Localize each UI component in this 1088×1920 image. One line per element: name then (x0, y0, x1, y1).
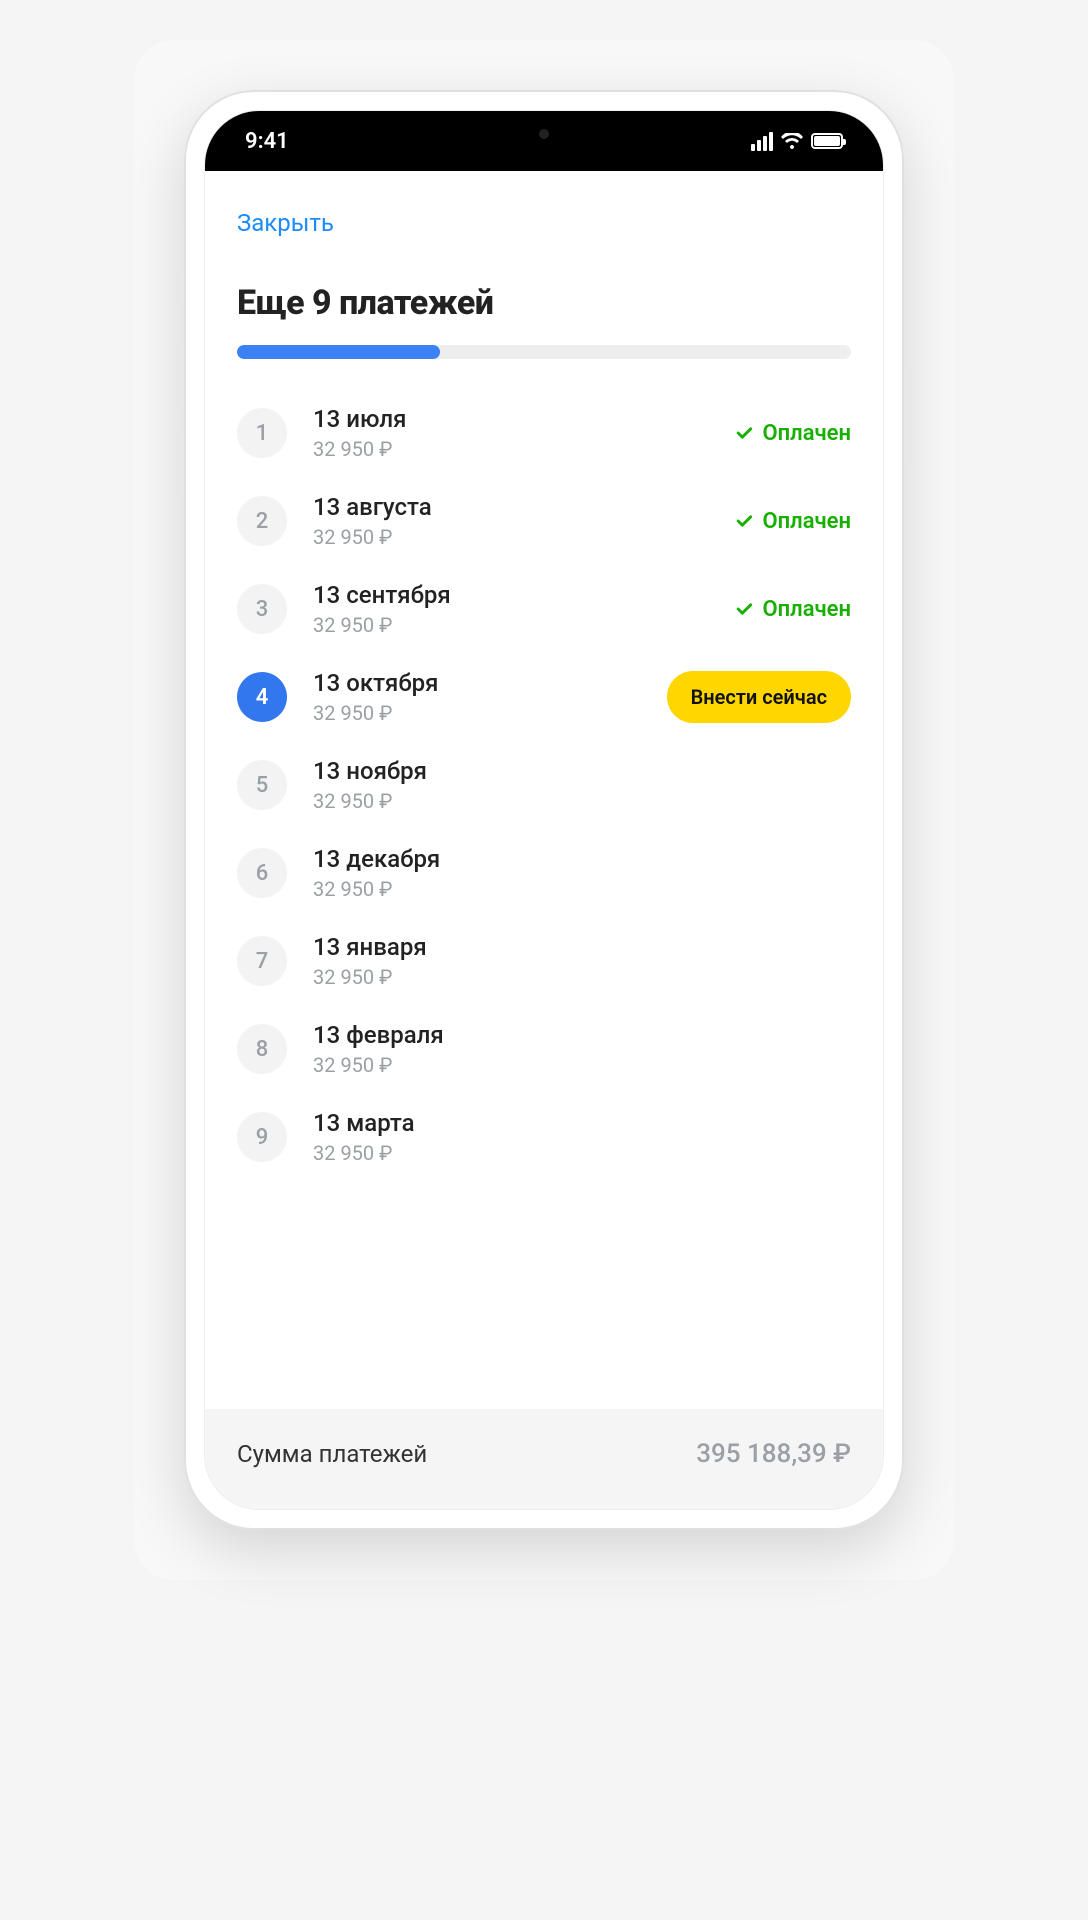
payment-status-paid: Оплачен (734, 509, 851, 534)
check-icon (734, 423, 754, 443)
payment-number-badge: 9 (237, 1112, 287, 1162)
paid-label: Оплачен (762, 421, 851, 446)
payment-number-badge: 4 (237, 672, 287, 722)
payment-date: 13 июля (313, 405, 734, 433)
phone-side-button (178, 430, 184, 500)
summary-value: 395 188,39 ₽ (696, 1439, 851, 1469)
summary-bar: Сумма платежей 395 188,39 ₽ (205, 1409, 883, 1509)
payment-info: 13 декабря 32 950 ₽ (313, 845, 851, 901)
payment-date: 13 февраля (313, 1021, 851, 1049)
page-card: 9:41 Закрыть Еще 9 платежей 113 июля32 9… (134, 40, 954, 1580)
payment-info: 13 октября 32 950 ₽ (313, 669, 667, 725)
phone-notch (409, 111, 679, 157)
payment-status-paid: Оплачен (734, 597, 851, 622)
payment-number-badge: 8 (237, 1024, 287, 1074)
payment-date: 13 сентября (313, 581, 734, 609)
content-area: Закрыть Еще 9 платежей 1 13 июля 32 950 ₽ О… (205, 171, 883, 1181)
payment-info: 13 сентября 32 950 ₽ (313, 581, 734, 637)
payment-date: 13 марта (313, 1109, 851, 1137)
payment-row: 3 13 сентября 32 950 ₽ Оплачен (237, 565, 851, 653)
payment-info: 13 ноября 32 950 ₽ (313, 757, 851, 813)
payment-amount: 32 950 ₽ (313, 525, 734, 549)
payment-row: 1 13 июля 32 950 ₽ Оплачен (237, 389, 851, 477)
summary-label: Сумма платежей (237, 1440, 427, 1468)
payment-info: 13 февраля 32 950 ₽ (313, 1021, 851, 1077)
phone-side-button (904, 360, 910, 470)
payment-date: 13 ноября (313, 757, 851, 785)
payments-list: 1 13 июля 32 950 ₽ Оплачен 2 13 августа 32 950… (237, 389, 851, 1181)
progress-fill (237, 345, 440, 359)
payment-info: 13 января 32 950 ₽ (313, 933, 851, 989)
payment-amount: 32 950 ₽ (313, 437, 734, 461)
payment-row: 4 13 октября 32 950 ₽Внести сейчас (237, 653, 851, 741)
payment-row: 8 13 февраля 32 950 ₽ (237, 1005, 851, 1093)
phone-side-button (178, 340, 184, 410)
payment-amount: 32 950 ₽ (313, 1141, 851, 1165)
payment-amount: 32 950 ₽ (313, 1053, 851, 1077)
payment-number-badge: 1 (237, 408, 287, 458)
payment-number-badge: 6 (237, 848, 287, 898)
payment-row: 2 13 августа 32 950 ₽ Оплачен (237, 477, 851, 565)
payment-amount: 32 950 ₽ (313, 613, 734, 637)
payment-date: 13 января (313, 933, 851, 961)
paid-label: Оплачен (762, 509, 851, 534)
payment-date: 13 октября (313, 669, 667, 697)
payment-row: 6 13 декабря 32 950 ₽ (237, 829, 851, 917)
wifi-icon (781, 133, 803, 149)
payment-amount: 32 950 ₽ (313, 965, 851, 989)
payment-amount: 32 950 ₽ (313, 877, 851, 901)
payment-row: 9 13 марта 32 950 ₽ (237, 1093, 851, 1181)
payment-number-badge: 5 (237, 760, 287, 810)
payment-amount: 32 950 ₽ (313, 701, 667, 725)
check-icon (734, 511, 754, 531)
payment-amount: 32 950 ₽ (313, 789, 851, 813)
payment-date: 13 августа (313, 493, 734, 521)
payment-info: 13 августа 32 950 ₽ (313, 493, 734, 549)
payment-number-badge: 2 (237, 496, 287, 546)
pay-now-button[interactable]: Внести сейчас (667, 671, 851, 723)
phone-screen: 9:41 Закрыть Еще 9 платежей 113 июля32 9… (204, 110, 884, 1510)
payment-date: 13 декабря (313, 845, 851, 873)
page-title: Еще 9 платежей (237, 283, 851, 323)
payment-row: 5 13 ноября 32 950 ₽ (237, 741, 851, 829)
payment-number-badge: 3 (237, 584, 287, 634)
phone-frame: 9:41 Закрыть Еще 9 платежей 113 июля32 9… (184, 90, 904, 1530)
payment-info: 13 марта 32 950 ₽ (313, 1109, 851, 1165)
payment-number-badge: 7 (237, 936, 287, 986)
payment-info: 13 июля 32 950 ₽ (313, 405, 734, 461)
payment-row: 7 13 января 32 950 ₽ (237, 917, 851, 1005)
paid-label: Оплачен (762, 597, 851, 622)
phone-side-button (178, 270, 184, 310)
payment-status-paid: Оплачен (734, 421, 851, 446)
battery-icon (811, 133, 843, 149)
check-icon (734, 599, 754, 619)
cellular-signal-icon (751, 132, 773, 151)
close-button[interactable]: Закрыть (237, 191, 334, 247)
progress-bar (237, 345, 851, 359)
